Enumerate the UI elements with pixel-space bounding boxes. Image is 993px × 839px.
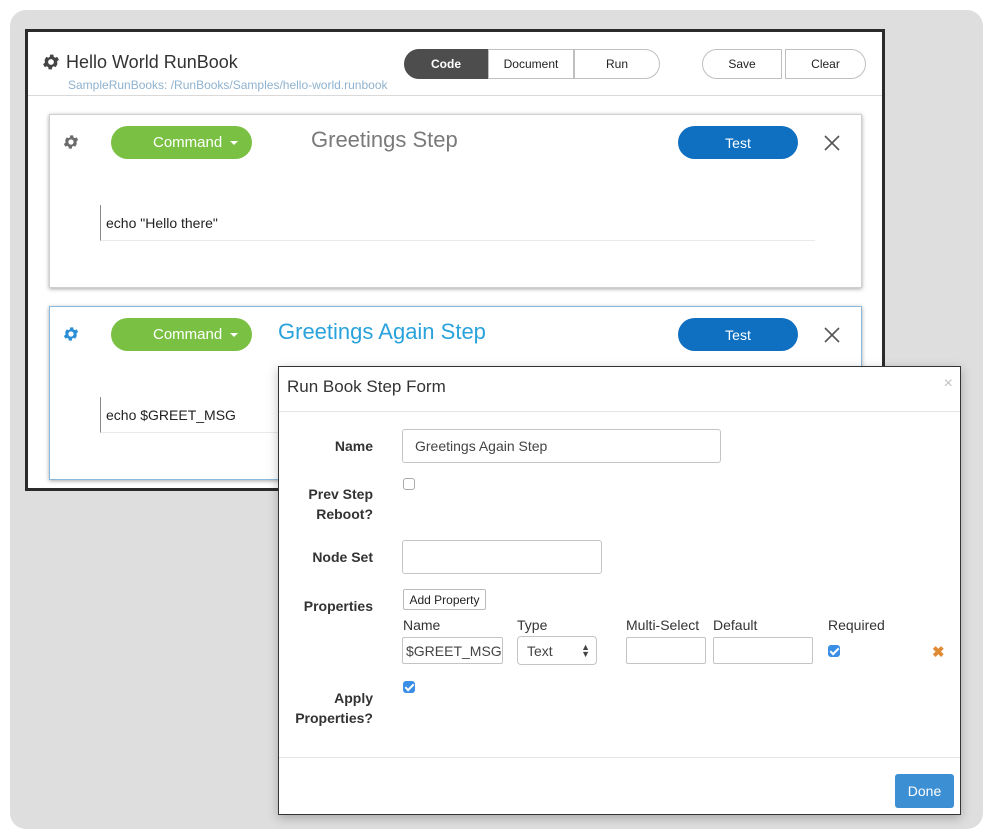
gear-icon[interactable] — [62, 133, 80, 151]
step-type-dropdown[interactable]: Command — [111, 318, 252, 351]
column-header-multi-select: Multi-Select — [626, 617, 700, 633]
property-type-select[interactable]: Text ▲ ▼ — [517, 636, 597, 665]
close-icon[interactable] — [822, 325, 842, 345]
tab-code[interactable]: Code — [404, 49, 488, 79]
column-header-required: Required — [828, 617, 885, 633]
property-required-checkbox[interactable] — [828, 645, 840, 657]
step-form-modal: Run Book Step Form × Name Greetings Agai… — [278, 366, 961, 815]
caret-down-icon — [230, 333, 238, 337]
tab-document[interactable]: Document — [488, 49, 574, 79]
modal-footer-divider — [279, 757, 960, 758]
add-property-button[interactable]: Add Property — [403, 589, 486, 610]
modal-close-icon[interactable]: × — [944, 375, 953, 393]
property-default-input[interactable] — [713, 637, 813, 664]
test-button[interactable]: Test — [678, 126, 798, 159]
step-name-input[interactable]: Greetings Again Step — [402, 429, 721, 463]
save-button[interactable]: Save — [702, 49, 782, 79]
gear-icon[interactable] — [62, 325, 80, 343]
apply-properties-label-line1: Apply — [334, 690, 373, 706]
apply-properties-checkbox[interactable] — [403, 681, 415, 693]
step-type-label: Command — [153, 326, 223, 343]
column-header-default: Default — [713, 617, 758, 633]
step-title[interactable]: Greetings Step — [311, 127, 458, 153]
runbook-title: Hello World RunBook — [66, 52, 238, 72]
clear-button[interactable]: Clear — [785, 49, 866, 79]
caret-down-icon — [230, 141, 238, 145]
properties-label: Properties — [303, 598, 373, 614]
editor-header: Hello World RunBook SampleRunBooks: /Run… — [28, 32, 882, 96]
done-button[interactable]: Done — [895, 774, 954, 808]
node-set-label: Node Set — [312, 549, 373, 565]
modal-divider — [279, 411, 960, 412]
property-name-input[interactable]: $GREET_MSG — [402, 637, 503, 664]
tab-run[interactable]: Run — [574, 49, 660, 79]
property-type-value: Text — [527, 642, 553, 659]
name-label: Name — [334, 438, 373, 454]
close-icon[interactable] — [822, 133, 842, 153]
node-set-input[interactable] — [402, 540, 602, 574]
select-arrows-icon: ▲ ▼ — [581, 642, 590, 659]
step-title[interactable]: Greetings Again Step — [278, 319, 486, 345]
apply-properties-label-line2: Properties? — [295, 710, 373, 726]
code-editor-line[interactable]: echo "Hello there" — [100, 205, 815, 241]
column-header-name: Name — [403, 617, 441, 633]
column-header-type: Type — [517, 617, 548, 633]
step-type-dropdown[interactable]: Command — [111, 126, 252, 159]
prev-step-label-line1: Prev Step — [308, 486, 373, 502]
step-card-1: Command Greetings Step Test echo "Hello … — [49, 114, 862, 288]
property-multi-select-input[interactable] — [626, 637, 706, 664]
runbook-path[interactable]: SampleRunBooks: /RunBooks/Samples/hello-… — [68, 78, 388, 92]
step-type-label: Command — [153, 134, 223, 151]
prev-step-reboot-checkbox[interactable] — [403, 478, 415, 490]
test-button[interactable]: Test — [678, 318, 798, 351]
modal-title: Run Book Step Form — [287, 377, 446, 396]
gear-icon[interactable] — [41, 52, 61, 72]
remove-property-icon[interactable]: ✖ — [932, 643, 945, 661]
prev-step-label-line2: Reboot? — [316, 506, 373, 522]
